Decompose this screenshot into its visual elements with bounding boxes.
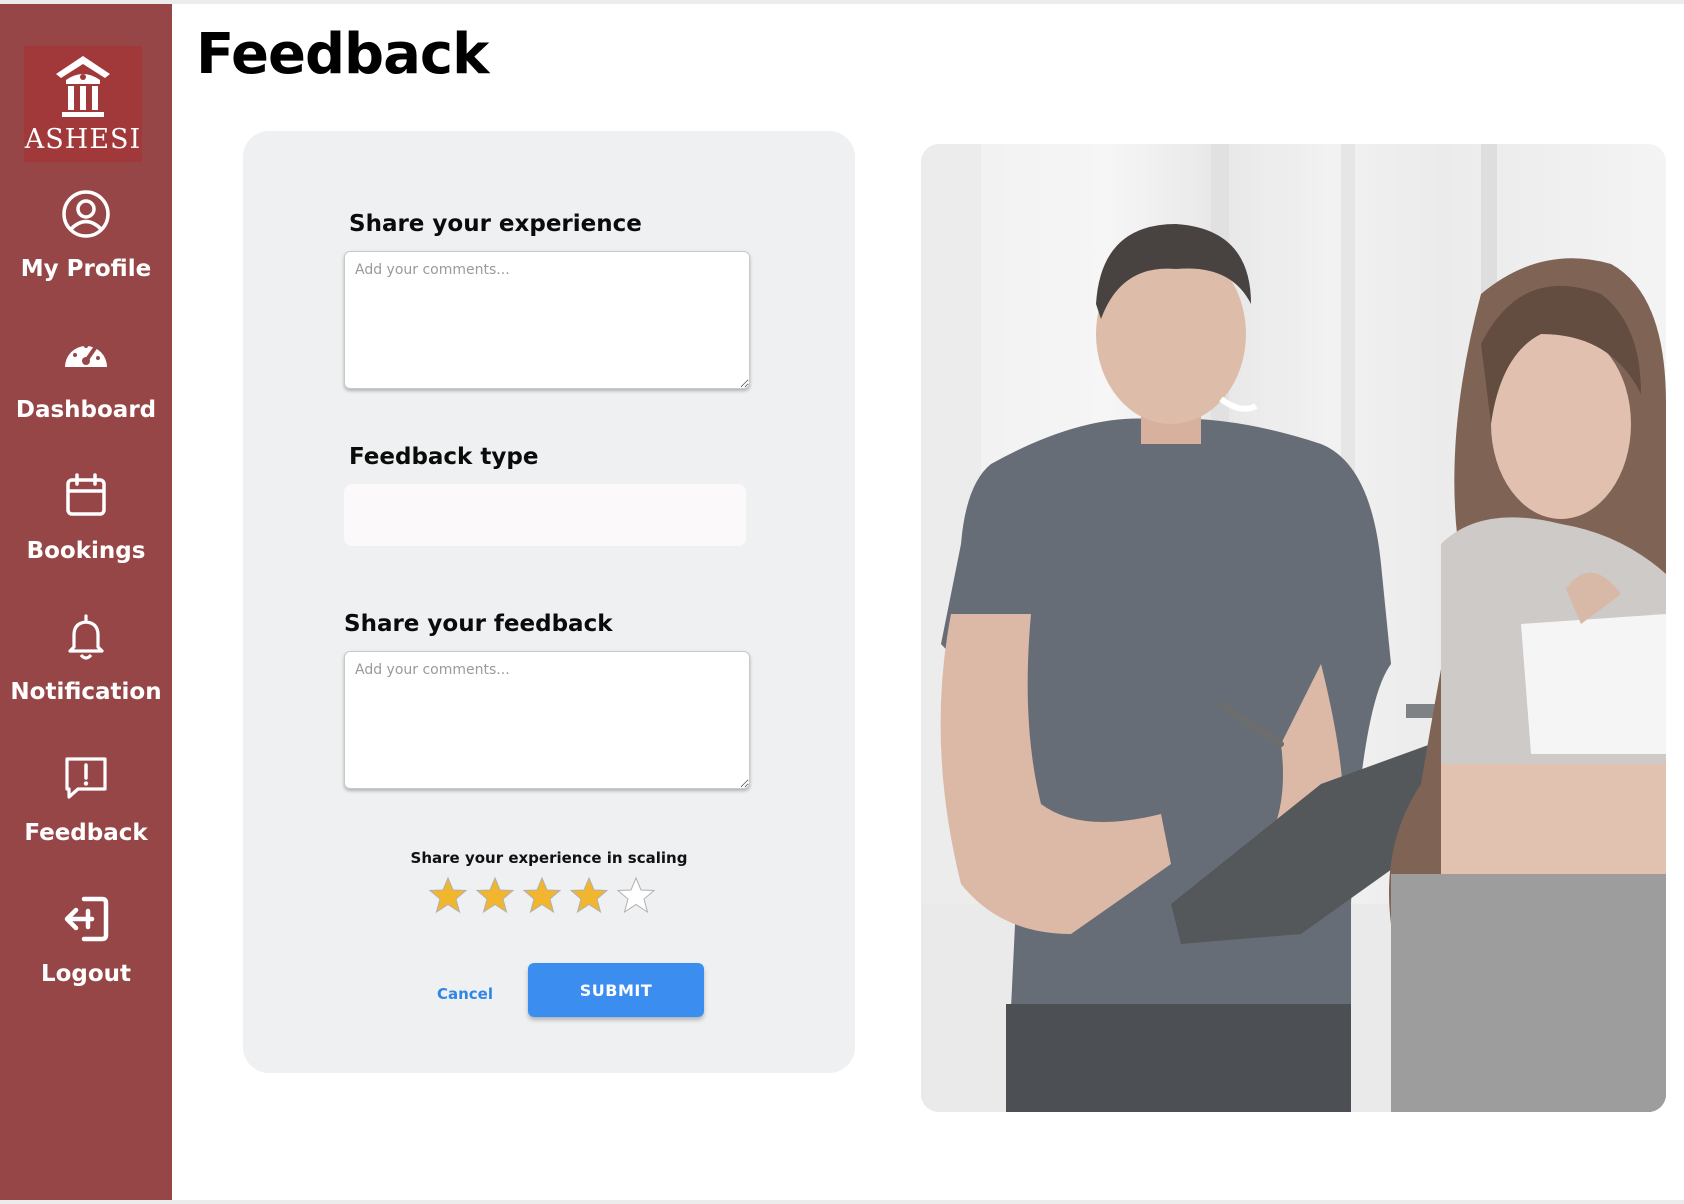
sidebar-item-label: Dashboard bbox=[15, 397, 157, 423]
sidebar-item-logout[interactable]: Logout bbox=[0, 893, 172, 1013]
feedback-label: Share your feedback bbox=[344, 611, 613, 637]
sidebar-item-my-profile[interactable]: My Profile bbox=[0, 188, 172, 308]
feedback-type-select[interactable] bbox=[344, 484, 746, 546]
submit-button[interactable]: SUBMIT bbox=[528, 963, 704, 1017]
rating-label: Share your experience in scaling bbox=[410, 849, 688, 867]
star-icon[interactable] bbox=[522, 875, 562, 915]
cancel-button[interactable]: Cancel bbox=[425, 979, 505, 1009]
sidebar-item-label: Bookings bbox=[26, 538, 146, 564]
sidebar-item-label: Logout bbox=[40, 961, 132, 987]
sidebar-item-bookings[interactable]: Bookings bbox=[0, 470, 172, 590]
bell-icon bbox=[68, 614, 104, 660]
page-title: Feedback bbox=[196, 22, 489, 87]
logout-icon bbox=[64, 896, 109, 942]
speedometer-icon bbox=[65, 344, 107, 367]
sidebar-item-label: Notification bbox=[10, 679, 162, 705]
sidebar-item-label: My Profile bbox=[20, 256, 152, 282]
experience-label: Share your experience bbox=[349, 211, 642, 237]
experience-textarea[interactable] bbox=[344, 251, 750, 389]
star-icon[interactable] bbox=[428, 875, 468, 915]
star-icon[interactable] bbox=[569, 875, 609, 915]
star-icon[interactable] bbox=[475, 875, 515, 915]
sidebar-item-label: Feedback bbox=[24, 820, 148, 846]
star-icon[interactable] bbox=[616, 875, 656, 915]
feedback-alert-icon bbox=[65, 757, 107, 799]
logo-text: ASHESI bbox=[24, 124, 142, 155]
feedback-form-card: Share your experience Feedback type Shar… bbox=[243, 131, 855, 1073]
trainer-client-illustration bbox=[921, 144, 1666, 1112]
ashesi-logo[interactable]: ASHESI bbox=[24, 46, 142, 162]
user-circle-icon bbox=[62, 190, 110, 238]
feedback-type-label: Feedback type bbox=[349, 444, 539, 470]
sidebar-item-dashboard[interactable]: Dashboard bbox=[0, 329, 172, 449]
sidebar-item-notification[interactable]: Notification bbox=[0, 611, 172, 731]
sidebar-item-feedback[interactable]: Feedback bbox=[0, 752, 172, 872]
feedback-textarea[interactable] bbox=[344, 651, 750, 789]
app-frame: ASHESI My Profile Dashboard Bookings Not… bbox=[0, 4, 1684, 1200]
sidebar: ASHESI My Profile Dashboard Bookings Not… bbox=[0, 4, 172, 1200]
hero-photo bbox=[921, 144, 1666, 1112]
institution-icon bbox=[56, 56, 110, 117]
calendar-icon bbox=[66, 473, 106, 516]
